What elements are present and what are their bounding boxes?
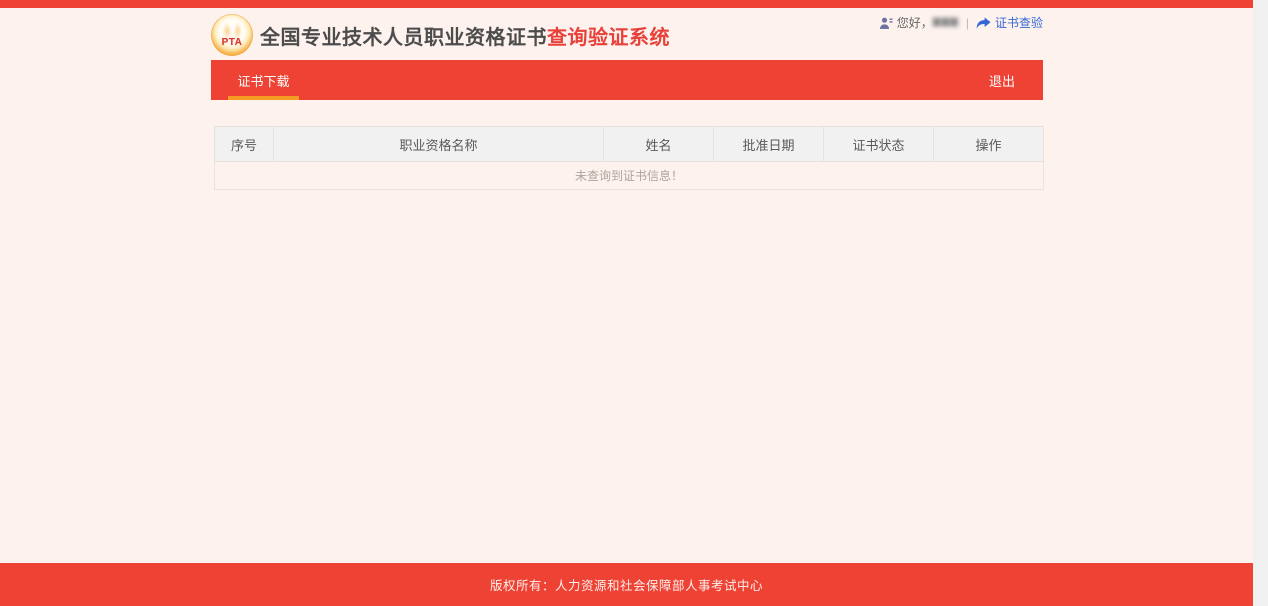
- copyright-text: 版权所有：人力资源和社会保障部人事考试中心: [489, 579, 763, 593]
- pta-logo-text: PTA: [221, 37, 243, 48]
- tab-label: 证书下载: [237, 73, 290, 89]
- page-title: 全国专业技术人员职业资格证书查询验证系统: [260, 21, 670, 50]
- col-header-approval-date: 批准日期: [713, 126, 824, 162]
- page-footer: 版权所有：人力资源和社会保障部人事考试中心: [0, 563, 1253, 606]
- site-header: PTA 全国专业技术人员职业资格证书查询验证系统 您好， ▆▆▆ | 证书查验: [211, 8, 1043, 60]
- col-header-index: 序号: [214, 126, 274, 162]
- table-header-row: 序号 职业资格名称 姓名 批准日期 证书状态 操作: [214, 126, 1044, 162]
- logout-button[interactable]: 退出: [961, 60, 1043, 100]
- certificate-table: 序号 职业资格名称 姓名 批准日期 证书状态 操作 未查询到证书信息！: [214, 126, 1044, 190]
- certificate-table-section: 序号 职业资格名称 姓名 批准日期 证书状态 操作 未查询到证书信息！: [214, 126, 1044, 190]
- col-header-name: 姓名: [603, 126, 714, 162]
- certificate-verify-link[interactable]: 证书查验: [995, 15, 1043, 31]
- empty-message: 未查询到证书信息！: [214, 161, 1044, 190]
- col-header-qualification-name: 职业资格名称: [273, 126, 604, 162]
- tab-certificate-download[interactable]: 证书下载: [228, 60, 299, 100]
- page-title-main: 全国专业技术人员职业资格证书: [260, 26, 547, 49]
- top-accent-bar: [0, 0, 1253, 8]
- main-nav: 证书下载 退出: [211, 60, 1043, 100]
- empty-row: 未查询到证书信息！: [214, 161, 1044, 190]
- scrollbar-track[interactable]: [1253, 0, 1268, 606]
- brand: PTA 全国专业技术人员职业资格证书查询验证系统: [211, 14, 670, 56]
- separator: |: [965, 16, 969, 30]
- user-icon: [879, 17, 893, 29]
- col-header-certificate-status: 证书状态: [823, 126, 934, 162]
- page-title-accent: 查询验证系统: [547, 26, 670, 49]
- user-name-redacted: ▆▆▆: [932, 16, 959, 27]
- col-header-operation: 操作: [933, 126, 1044, 162]
- pta-logo-icon: PTA: [211, 14, 253, 56]
- forward-arrow-icon: [976, 16, 991, 29]
- greeting-text: 您好，: [896, 16, 933, 30]
- user-area: 您好， ▆▆▆ | 证书查验: [879, 15, 1043, 31]
